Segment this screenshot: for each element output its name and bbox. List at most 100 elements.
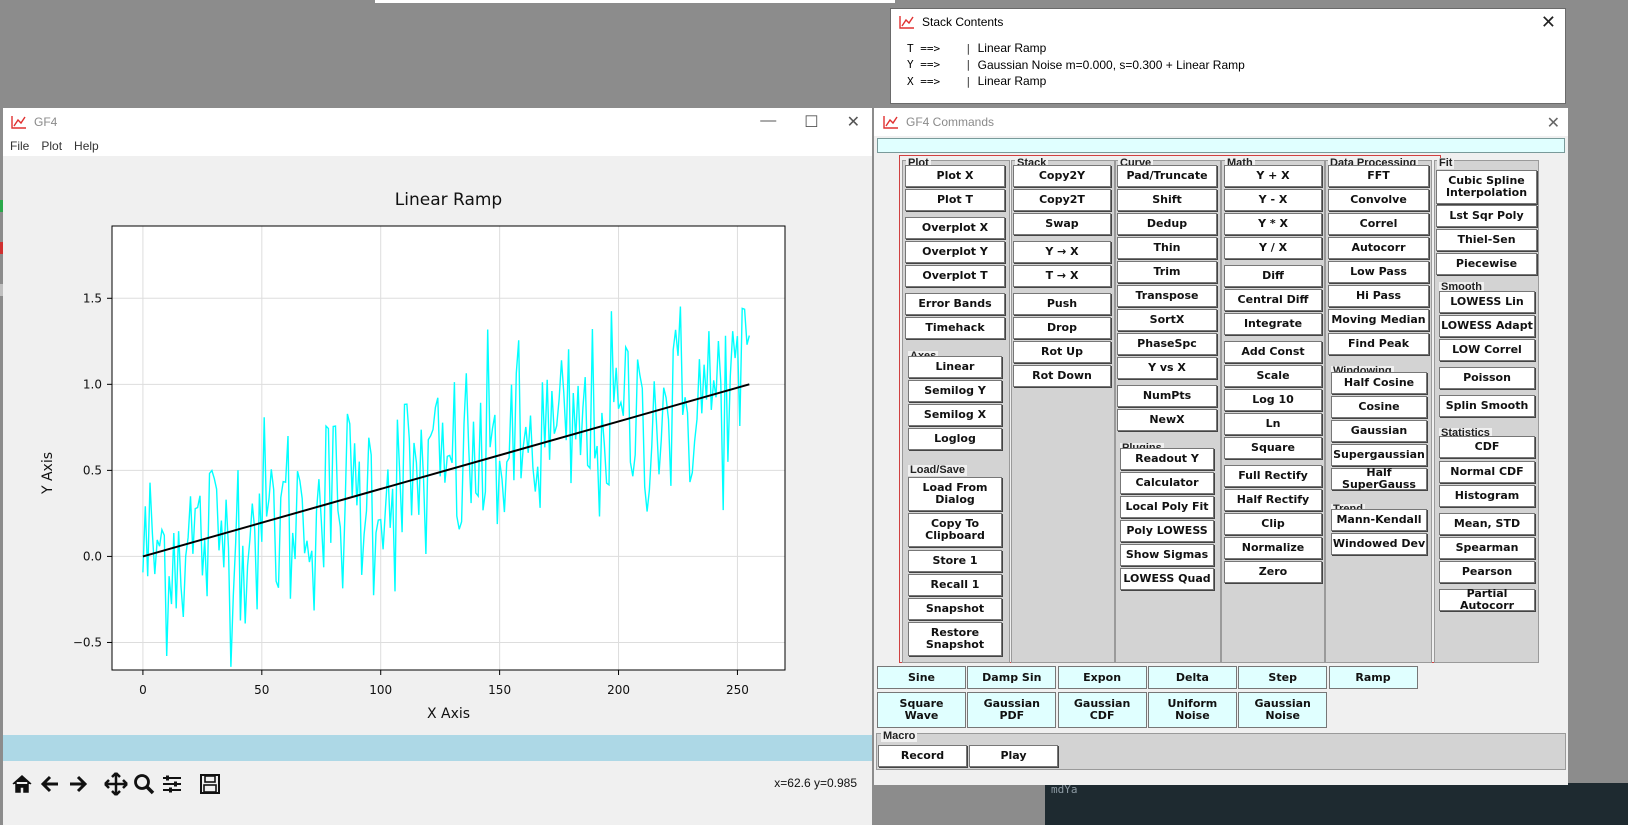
trim-button[interactable]: Trim [1117,261,1217,283]
copy-to-clipboard-button[interactable]: Copy To Clipboard [908,513,1002,547]
piecewise-button[interactable]: Piecewise [1436,253,1537,275]
square-wave-generator-button[interactable]: Square Wave [877,692,966,728]
copy2t-button[interactable]: Copy2T [1013,189,1111,211]
record-macro-button[interactable]: Record [878,745,967,767]
copy2y-button[interactable]: Copy2Y [1013,165,1111,187]
dedup-button[interactable]: Dedup [1117,213,1217,235]
semilog-x-button[interactable]: Semilog X [908,404,1002,426]
find-peak-button[interactable]: Find Peak [1328,333,1429,355]
damp-sin-generator-button[interactable]: Damp Sin [967,666,1057,689]
mann-kendall-button[interactable]: Mann-Kendall [1331,509,1427,531]
local-poly-fit-button[interactable]: Local Poly Fit [1120,496,1214,518]
configure-icon[interactable] [158,770,186,798]
add-const-button[interactable]: Add Const [1224,341,1322,363]
close-icon[interactable]: ✕ [1547,113,1560,133]
half-cosine-button[interactable]: Half Cosine [1331,372,1427,394]
step-generator-button[interactable]: Step [1238,666,1328,689]
rot-down-button[interactable]: Rot Down [1013,365,1111,387]
sine-generator-button[interactable]: Sine [877,666,966,689]
gaussian-pdf-generator-button[interactable]: Gaussian PDF [967,692,1057,728]
drop-button[interactable]: Drop [1013,317,1111,339]
rot-up-button[interactable]: Rot Up [1013,341,1111,363]
error-bands-button[interactable]: Error Bands [905,293,1005,315]
cosine-button[interactable]: Cosine [1331,396,1427,418]
restore-snapshot-button[interactable]: Restore Snapshot [908,622,1002,656]
overplot-t-button[interactable]: Overplot T [905,265,1005,287]
show-sigmas-button[interactable]: Show Sigmas [1120,544,1214,566]
y-x-button[interactable]: Y / X [1224,237,1322,259]
hi-pass-button[interactable]: Hi Pass [1328,285,1429,307]
recall-1-button[interactable]: Recall 1 [908,574,1002,596]
cdf-button[interactable]: CDF [1439,436,1535,458]
scale-button[interactable]: Scale [1224,365,1322,387]
t-x-button[interactable]: T → X [1013,265,1111,287]
store-1-button[interactable]: Store 1 [908,550,1002,572]
home-icon[interactable] [8,770,36,798]
y-x-button[interactable]: Y * X [1224,213,1322,235]
save-icon[interactable] [196,770,224,798]
commands-window-titlebar[interactable]: GF4 Commands ✕ [874,108,1568,136]
load-from-dialog-button[interactable]: Load From Dialog [908,477,1002,511]
y-vs-x-button[interactable]: Y vs X [1117,357,1217,379]
transpose-button[interactable]: Transpose [1117,285,1217,307]
ln-button[interactable]: Ln [1224,413,1322,435]
pad-truncate-button[interactable]: Pad/Truncate [1117,165,1217,187]
histogram-button[interactable]: Histogram [1439,485,1535,507]
cubic-spline-interpolation-button[interactable]: Cubic Spline Interpolation [1436,170,1537,204]
gaussian-cdf-generator-button[interactable]: Gaussian CDF [1057,692,1147,728]
forward-arrow-icon[interactable] [64,770,92,798]
clip-button[interactable]: Clip [1224,513,1322,535]
delta-generator-button[interactable]: Delta [1147,666,1237,689]
autocorr-button[interactable]: Autocorr [1328,237,1429,259]
full-rectify-button[interactable]: Full Rectify [1224,465,1322,487]
log-10-button[interactable]: Log 10 [1224,389,1322,411]
snapshot-button[interactable]: Snapshot [908,598,1002,620]
lowess-adapt-button[interactable]: LOWESS Adapt [1439,315,1535,337]
half-supergauss-button[interactable]: Half SuperGauss [1331,467,1427,491]
back-arrow-icon[interactable] [36,770,64,798]
pearson-button[interactable]: Pearson [1439,561,1535,583]
shift-button[interactable]: Shift [1117,189,1217,211]
zero-button[interactable]: Zero [1224,561,1322,583]
overplot-x-button[interactable]: Overplot X [905,217,1005,239]
low-pass-button[interactable]: Low Pass [1328,261,1429,283]
push-button[interactable]: Push [1013,293,1111,315]
lst-sqr-poly-button[interactable]: Lst Sqr Poly [1436,205,1537,227]
readout-y-button[interactable]: Readout Y [1120,448,1214,470]
normalize-button[interactable]: Normalize [1224,537,1322,559]
gaussian-noise-generator-button[interactable]: Gaussian Noise [1238,692,1328,728]
calculator-button[interactable]: Calculator [1120,472,1214,494]
convolve-button[interactable]: Convolve [1328,189,1429,211]
play-macro-button[interactable]: Play [969,745,1058,767]
command-entry-field[interactable] [877,138,1565,153]
correl-button[interactable]: Correl [1328,213,1429,235]
pan-icon[interactable] [102,770,130,798]
gaussian-button[interactable]: Gaussian [1331,420,1427,442]
spearman-button[interactable]: Spearman [1439,537,1535,559]
newx-button[interactable]: NewX [1117,409,1217,431]
partial-autocorr-button[interactable]: Partial Autocorr [1439,588,1535,612]
diff-button[interactable]: Diff [1224,265,1322,287]
semilog-y-button[interactable]: Semilog Y [908,380,1002,402]
plot-t-button[interactable]: Plot T [905,189,1005,211]
sortx-button[interactable]: SortX [1117,309,1217,331]
central-diff-button[interactable]: Central Diff [1224,289,1322,311]
supergaussian-button[interactable]: Supergaussian [1331,444,1427,466]
uniform-noise-generator-button[interactable]: Uniform Noise [1147,692,1237,728]
half-rectify-button[interactable]: Half Rectify [1224,489,1322,511]
ramp-generator-button[interactable]: Ramp [1328,666,1418,689]
plot-x-button[interactable]: Plot X [905,165,1005,187]
poly-lowess-button[interactable]: Poly LOWESS [1120,520,1214,542]
thiel-sen-button[interactable]: Thiel-Sen [1436,229,1537,251]
numpts-button[interactable]: NumPts [1117,385,1217,407]
windowed-dev-button[interactable]: Windowed Dev [1331,533,1427,555]
close-icon[interactable]: ✕ [1541,12,1556,33]
square-button[interactable]: Square [1224,437,1322,459]
timehack-button[interactable]: Timehack [905,317,1005,339]
swap-button[interactable]: Swap [1013,213,1111,235]
expon-generator-button[interactable]: Expon [1057,666,1147,689]
low-correl-button[interactable]: LOW Correl [1439,339,1535,361]
y-x-button[interactable]: Y - X [1224,189,1322,211]
lowess-lin-button[interactable]: LOWESS Lin [1439,291,1535,313]
poisson-button[interactable]: Poisson [1439,367,1535,389]
